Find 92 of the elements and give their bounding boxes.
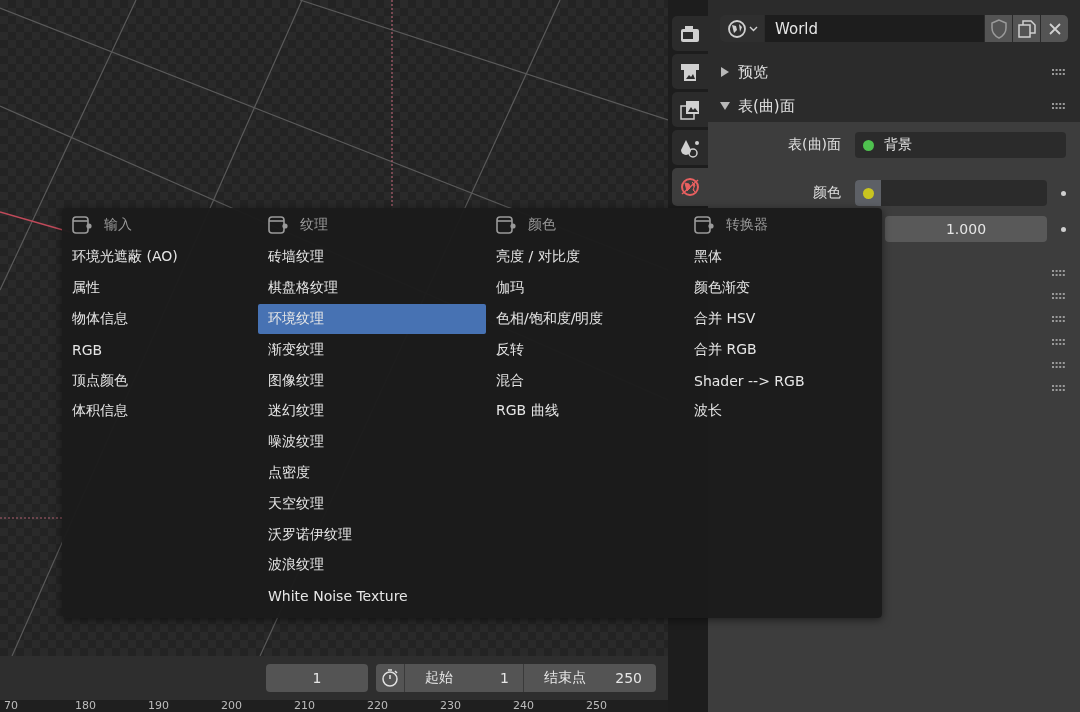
menu-item[interactable]: 天空纹理	[258, 488, 486, 520]
properties-tab[interactable]	[672, 130, 708, 165]
window-icon	[694, 216, 714, 234]
shader-field[interactable]: 背景	[855, 132, 1066, 158]
close-icon	[1047, 21, 1062, 36]
end-frame-field[interactable]: 结束点 250	[524, 664, 656, 692]
ruler-number: 190	[148, 700, 170, 712]
menu-item[interactable]: 环境光遮蔽 (AO)	[62, 242, 258, 273]
image-stack-icon	[680, 99, 700, 120]
menu-item[interactable]: 物体信息	[62, 303, 258, 335]
properties-tab[interactable]	[672, 54, 708, 89]
drag-handle-icon[interactable]	[1052, 316, 1066, 322]
menu-item[interactable]: RGB 曲线	[486, 396, 684, 427]
property-label: 颜色	[812, 184, 841, 202]
globe-icon	[679, 176, 701, 198]
menu-item[interactable]: 黑体	[684, 242, 882, 273]
menu-item[interactable]: White Noise Texture	[258, 580, 486, 612]
start-frame-field[interactable]: 起始 1	[405, 664, 523, 692]
menu-item[interactable]: 砖墙纹理	[258, 242, 486, 273]
menu-item[interactable]: 环境纹理	[258, 303, 486, 335]
drag-handle-icon[interactable]	[1052, 69, 1066, 75]
drag-handle-icon[interactable]	[1052, 362, 1066, 368]
menu-item[interactable]: 波长	[684, 396, 882, 427]
world-type-dropdown[interactable]	[720, 15, 764, 42]
menu-item[interactable]: 顶点颜色	[62, 365, 258, 396]
menu-item[interactable]: 点密度	[258, 457, 486, 489]
chevron-down-icon	[748, 25, 758, 32]
properties-tab[interactable]	[672, 16, 708, 51]
printer-icon	[680, 61, 700, 82]
globe-icon	[726, 18, 747, 39]
keyframe-dot-icon[interactable]	[1061, 226, 1066, 232]
ruler-number: 200	[221, 700, 243, 712]
menu-column-title: 输入	[104, 216, 132, 234]
menu-item[interactable]: 伽玛	[486, 272, 684, 304]
menu-column-title: 纹理	[300, 216, 328, 234]
menu-item[interactable]: 迷幻纹理	[258, 396, 486, 427]
unlink-button[interactable]	[1041, 15, 1068, 42]
menu-item[interactable]: 渐变纹理	[258, 334, 486, 366]
shield-icon	[989, 18, 1008, 39]
ruler-number: 240	[513, 700, 535, 712]
menu-item[interactable]: 合并 RGB	[684, 334, 882, 366]
menu-item[interactable]: 色相/饱和度/明度	[486, 303, 684, 335]
menu-item[interactable]: 体积信息	[62, 396, 258, 427]
panel-header[interactable]: 预览	[708, 56, 1080, 88]
panel-title: 表(曲)面	[738, 96, 796, 116]
menu-item[interactable]: 合并 HSV	[684, 303, 882, 335]
keyframe-dot-icon[interactable]	[1061, 190, 1066, 196]
drag-handle-icon[interactable]	[1052, 385, 1066, 391]
duplicate-button[interactable]	[1013, 15, 1040, 42]
ruler-number: 220	[367, 700, 389, 712]
ruler-number: 70	[4, 700, 19, 712]
menu-item[interactable]: 亮度 / 对比度	[486, 242, 684, 273]
menu-item[interactable]: 颜色渐变	[684, 272, 882, 304]
stopwatch-icon[interactable]	[380, 668, 400, 688]
menu-item[interactable]: 反转	[486, 334, 684, 366]
drag-handle-icon[interactable]	[1052, 293, 1066, 299]
start-label: 起始	[425, 669, 453, 687]
world-name-field[interactable]: World	[765, 15, 984, 42]
drag-handle-icon[interactable]	[1052, 103, 1066, 109]
color-field[interactable]	[855, 180, 1047, 206]
panel-header[interactable]: 表(曲)面	[708, 90, 1080, 122]
menu-item[interactable]: Shader --> RGB	[684, 365, 882, 396]
menu-item[interactable]: 沃罗诺伊纹理	[258, 519, 486, 550]
window-icon	[72, 216, 92, 234]
ruler-number: 180	[75, 700, 97, 712]
property-label: 表(曲)面	[787, 136, 841, 154]
menu-item[interactable]: 图像纹理	[258, 365, 486, 396]
strength-field[interactable]: 1.000	[885, 216, 1047, 242]
menu-item[interactable]: 噪波纹理	[258, 426, 486, 458]
menu-item[interactable]: 波浪纹理	[258, 549, 486, 581]
menu-item[interactable]: 属性	[62, 272, 258, 304]
properties-tab[interactable]	[672, 92, 708, 127]
menu-column-title: 转换器	[726, 216, 768, 234]
menu-item[interactable]: RGB	[62, 334, 258, 366]
drag-handle-icon[interactable]	[1052, 270, 1066, 276]
current-frame-field[interactable]: 1	[266, 664, 368, 692]
menu-item[interactable]: 混合	[486, 365, 684, 396]
menu-item[interactable]: 棋盘格纹理	[258, 272, 486, 304]
ruler-number: 210	[294, 700, 316, 712]
menu-column-title: 颜色	[528, 216, 556, 234]
end-label: 结束点	[544, 669, 586, 687]
start-value: 1	[500, 670, 509, 686]
copy-icon	[1017, 19, 1036, 38]
end-value: 250	[615, 670, 642, 686]
drag-handle-icon[interactable]	[1052, 339, 1066, 345]
window-icon	[268, 216, 288, 234]
panel-title: 预览	[738, 62, 769, 82]
ruler-number: 250	[586, 700, 608, 712]
window-icon	[496, 216, 516, 234]
camera-icon	[680, 24, 700, 43]
fake-user-button[interactable]	[985, 15, 1012, 42]
ruler-number: 230	[440, 700, 462, 712]
